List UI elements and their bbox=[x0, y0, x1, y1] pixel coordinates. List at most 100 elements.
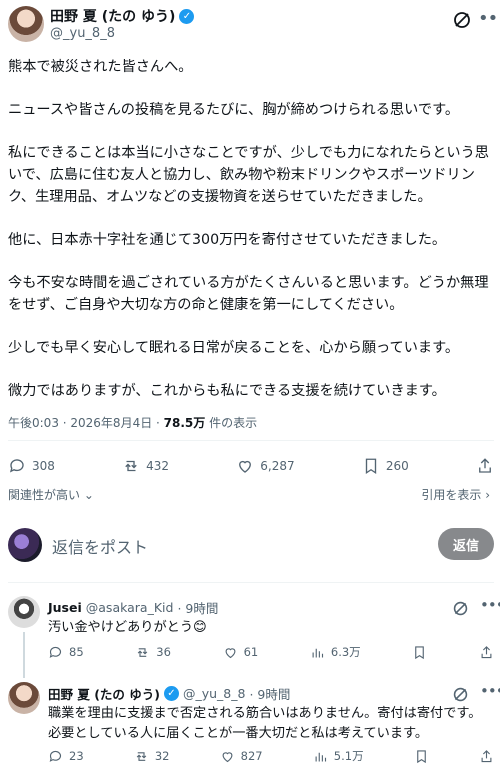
chevron-right-icon: › bbox=[485, 488, 490, 502]
comment-actions: 23 32 827 5.1万 bbox=[48, 748, 494, 764]
reply-button[interactable]: 308 bbox=[8, 457, 55, 475]
post-paragraph: 他に、日本赤十字社を通じて300万円を寄付させていただきました。 bbox=[8, 232, 447, 248]
more-options-icon[interactable]: ••• bbox=[478, 8, 500, 29]
views-button[interactable]: 5.1万 bbox=[313, 748, 364, 764]
reply-icon bbox=[49, 646, 62, 658]
commenter-handle[interactable]: @asakara_Kid bbox=[86, 600, 174, 615]
view-quotes-link[interactable]: 引用を表示 › bbox=[421, 486, 490, 503]
current-user-avatar[interactable] bbox=[8, 528, 42, 562]
verified-badge-icon: ✓ bbox=[163, 686, 179, 701]
repost-icon bbox=[138, 647, 148, 657]
author-name-text[interactable]: 田野 夏 (たの ゆう) bbox=[50, 6, 175, 26]
like-count: 827 bbox=[240, 749, 263, 763]
verified-badge-icon: ✓ bbox=[179, 8, 195, 24]
repost-count: 36 bbox=[156, 645, 171, 659]
reply-count: 308 bbox=[32, 459, 55, 473]
bookmark-button[interactable] bbox=[414, 749, 429, 764]
repost-button[interactable]: 36 bbox=[135, 645, 171, 660]
bookmark-icon bbox=[416, 749, 426, 763]
bookmark-icon bbox=[415, 645, 425, 659]
bookmark-icon bbox=[365, 458, 377, 475]
author-avatar[interactable] bbox=[8, 6, 44, 42]
post-paragraph: 熊本で被災された皆さんへ。 bbox=[8, 59, 193, 75]
more-options-icon[interactable]: ••• bbox=[480, 682, 500, 700]
more-options-icon[interactable]: ••• bbox=[480, 596, 500, 614]
comment-item[interactable]: 田野 夏 (たの ゆう) ✓ @_yu_8_8 · 9時間 ••• 職業を理由に… bbox=[0, 682, 500, 769]
heart-icon bbox=[239, 460, 252, 473]
reply-composer: 返信をポスト 返信 bbox=[0, 520, 500, 568]
repost-count: 32 bbox=[154, 749, 170, 763]
grok-icon[interactable] bbox=[452, 686, 469, 703]
post-paragraph: 今も不安な時間を過ごされている方がたくさんいると思います。どうか無理をせず、ご自… bbox=[8, 275, 489, 313]
bookmark-count: 260 bbox=[385, 459, 409, 473]
view-suffix: 件の表示 bbox=[205, 416, 258, 430]
view-count: 5.1万 bbox=[333, 749, 364, 763]
post-actions: 308 432 6,287 260 bbox=[8, 454, 494, 478]
commenter-name[interactable]: 田野 夏 (たの ゆう) bbox=[48, 684, 160, 703]
quotes-label: 引用を表示 bbox=[421, 488, 482, 502]
comment-text: 汚い金やけどありがとう😊 bbox=[48, 620, 207, 635]
post-meta: 午後0:03 · 2026年8月4日 · 78.5万 件の表示 bbox=[8, 414, 257, 431]
author-name[interactable]: 田野 夏 (たの ゆう) ✓ bbox=[50, 6, 195, 26]
views-button[interactable]: 6.3万 bbox=[310, 644, 361, 660]
divider bbox=[8, 582, 494, 583]
commenter-avatar[interactable] bbox=[8, 682, 40, 714]
repost-icon bbox=[125, 460, 137, 472]
bookmark-button[interactable]: 260 bbox=[362, 457, 409, 475]
reply-icon bbox=[49, 750, 62, 762]
comment-header: 田野 夏 (たの ゆう) ✓ @_yu_8_8 · 9時間 bbox=[48, 684, 290, 703]
commenter-handle[interactable]: @_yu_8_8 bbox=[183, 686, 245, 701]
like-button[interactable]: 6,287 bbox=[236, 457, 295, 475]
analytics-icon bbox=[312, 648, 323, 657]
post-paragraph: ニュースや皆さんの投稿を見るたびに、胸が締めつけられる思いです。 bbox=[8, 102, 460, 118]
grok-icon[interactable] bbox=[452, 600, 469, 617]
post-paragraph: 微力ではありますが、これからも私にできる支援を続けていきます。 bbox=[8, 383, 446, 399]
divider bbox=[8, 440, 494, 441]
comment-text: 職業を理由に支援まで否定される筋合いはありません。寄付は寄付です。必要としている… bbox=[48, 706, 482, 741]
share-icon bbox=[481, 749, 492, 762]
like-count: 61 bbox=[243, 645, 259, 659]
grok-icon[interactable] bbox=[452, 10, 472, 30]
sort-dropdown[interactable]: 関連性が高い ⌄ bbox=[8, 486, 94, 503]
repost-button[interactable]: 432 bbox=[122, 457, 169, 475]
author-handle[interactable]: @_yu_8_8 bbox=[50, 26, 115, 41]
post-timestamp[interactable]: 午後0:03 · 2026年8月4日 · bbox=[8, 416, 164, 430]
share-button[interactable] bbox=[476, 457, 494, 475]
reply-count: 85 bbox=[69, 645, 84, 659]
sort-label: 関連性が高い bbox=[8, 488, 81, 502]
reply-input[interactable]: 返信をポスト bbox=[52, 534, 148, 558]
reply-icon bbox=[9, 459, 24, 473]
comment-actions: 85 36 61 6.3万 bbox=[48, 644, 494, 660]
comment-time[interactable]: · 9時間 bbox=[177, 598, 218, 617]
commenter-name[interactable]: Jusei bbox=[48, 600, 82, 615]
share-icon bbox=[479, 458, 491, 473]
share-button[interactable] bbox=[479, 749, 494, 764]
post-body: 熊本で被災された皆さんへ。 ニュースや皆さんの投稿を見るたびに、胸が締めつけられ… bbox=[8, 56, 494, 423]
comment-header: Jusei @asakara_Kid · 9時間 bbox=[48, 598, 218, 617]
post-paragraph: 少しでも早く安心して眠れる日常が戻ることを、心から願っています。 bbox=[8, 340, 460, 356]
like-button[interactable]: 61 bbox=[223, 645, 259, 660]
like-count: 6,287 bbox=[260, 459, 295, 473]
reply-button[interactable]: 85 bbox=[48, 645, 84, 660]
thread-connector bbox=[23, 632, 25, 678]
share-icon bbox=[481, 645, 492, 658]
repost-count: 432 bbox=[146, 459, 170, 473]
repost-icon bbox=[136, 751, 147, 761]
comment-item[interactable]: Jusei @asakara_Kid · 9時間 ••• 汚い金やけどありがとう… bbox=[0, 596, 500, 666]
reply-submit-button[interactable]: 返信 bbox=[438, 528, 494, 560]
comment-time[interactable]: · 9時間 bbox=[249, 684, 290, 703]
view-count: 6.3万 bbox=[330, 645, 361, 659]
bookmark-button[interactable] bbox=[412, 645, 427, 660]
view-count: 78.5万 bbox=[163, 416, 206, 430]
share-button[interactable] bbox=[479, 645, 494, 660]
analytics-icon bbox=[315, 752, 326, 761]
repost-button[interactable]: 32 bbox=[134, 749, 170, 764]
like-button[interactable]: 827 bbox=[220, 749, 263, 764]
heart-icon bbox=[225, 647, 236, 658]
post-paragraph: 私にできることは本当に小さなことですが、少しでも力になれたらという思いで、広島に… bbox=[8, 145, 489, 205]
heart-icon bbox=[222, 751, 233, 762]
reply-count: 23 bbox=[69, 749, 84, 763]
reply-button[interactable]: 23 bbox=[48, 749, 84, 764]
commenter-avatar[interactable] bbox=[8, 596, 40, 628]
post-header: 田野 夏 (たの ゆう) ✓ @_yu_8_8 ••• bbox=[0, 0, 500, 48]
